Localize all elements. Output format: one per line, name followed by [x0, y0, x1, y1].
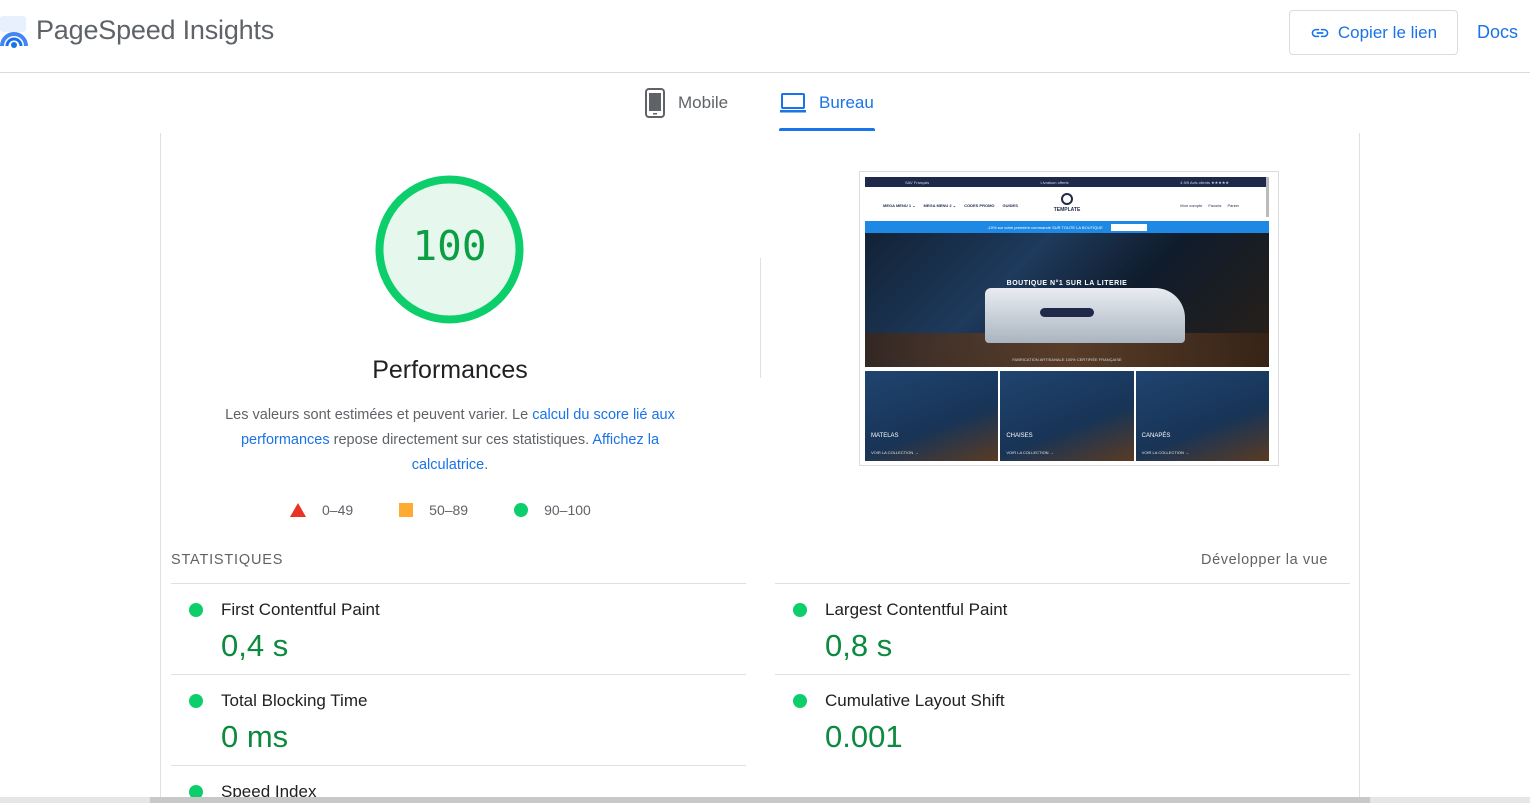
site-nav-item: CODES PROMO	[964, 203, 995, 208]
device-tabs: Mobile Bureau	[0, 73, 1530, 133]
site-hero-footer: FABRICATION ARTISANALE 100% CERTIFIÉE FR…	[1012, 357, 1122, 362]
description-text-3: .	[484, 457, 489, 473]
site-category-card: CANAPÉS VOIR LA COLLECTION →	[1135, 371, 1269, 461]
site-nav-item: Panier	[1227, 203, 1239, 208]
legend-range: 0–49	[322, 502, 354, 518]
site-topbar-text: Livraison offerte	[1040, 179, 1069, 185]
top-app-bar: PageSpeed Insights Copier le lien Docs	[0, 0, 1530, 73]
site-promo-bar: -10% sur votre première commande SUR TOU…	[865, 221, 1269, 233]
horizontal-scrollbar-thumb[interactable]	[150, 797, 1370, 803]
site-topbar: SAV Français Livraison offerte 4.9/5 Avi…	[865, 177, 1269, 187]
metric-name: Cumulative Layout Shift	[825, 691, 1005, 710]
pass-circle-icon	[189, 785, 203, 797]
performance-score-value: 100	[412, 222, 487, 270]
square-icon	[399, 503, 414, 517]
pass-circle-icon	[793, 603, 807, 617]
vertical-divider	[760, 258, 761, 378]
site-nav-item: GUIDES	[1002, 203, 1018, 208]
description-text-2: repose directement sur ces statistiques.	[329, 432, 593, 448]
legend-range: 90–100	[544, 502, 591, 518]
triangle-icon	[290, 503, 306, 517]
site-categories: MATELAS VOIR LA COLLECTION → CHAISES VOI…	[865, 371, 1269, 461]
copy-link-button[interactable]: Copier le lien	[1289, 10, 1458, 55]
site-category-sub: VOIR LA COLLECTION →	[871, 450, 919, 455]
metric-fcp: First Contentful Paint 0,4 s	[171, 584, 746, 675]
legend-item-pass: 90–100	[514, 502, 591, 518]
score-description: Les valeurs sont estimées et peuvent var…	[205, 403, 695, 478]
circle-icon	[514, 503, 529, 517]
docs-link[interactable]: Docs	[1477, 22, 1518, 43]
metric-name: Speed Index	[221, 782, 317, 797]
metric-cls: Cumulative Layout Shift 0.001	[775, 675, 1350, 766]
site-topbar-text: 4.9/5 Avis clients ★★★★★	[1180, 179, 1229, 185]
legend-item-fail: 0–49	[290, 502, 353, 518]
screenshot-frame: SAV Français Livraison offerte 4.9/5 Avi…	[865, 177, 1269, 461]
link-icon	[1311, 28, 1329, 37]
tab-mobile[interactable]: Mobile	[644, 87, 728, 119]
pass-circle-icon	[793, 694, 807, 708]
site-category-label: CANAPÉS	[1141, 433, 1171, 439]
metric-name: Largest Contentful Paint	[825, 600, 1008, 619]
description-text-1: Les valeurs sont estimées et peuvent var…	[225, 407, 533, 423]
metric-speed-index: Speed Index	[171, 766, 746, 797]
selected-tab-indicator	[779, 128, 875, 131]
smartphone-icon	[645, 88, 665, 118]
legend-range: 50–89	[429, 502, 469, 518]
screenshot-scrollbar	[1266, 177, 1269, 217]
tab-desktop[interactable]: Bureau	[779, 87, 874, 119]
stats-section-label: STATISTIQUES	[171, 552, 284, 568]
final-screenshot: SAV Français Livraison offerte 4.9/5 Avi…	[859, 171, 1279, 466]
site-category-sub: VOIR LA COLLECTION →	[1141, 450, 1190, 455]
pass-circle-icon	[189, 603, 203, 617]
expand-view-toggle[interactable]: Développer la vue	[1201, 552, 1328, 568]
site-nav-item: Favoris	[1208, 203, 1222, 208]
site-nav-item: MEGA MENU 1 ⌄	[883, 203, 916, 208]
site-hero-title: BOUTIQUE N°1 SUR LA LITERIE	[1006, 280, 1128, 287]
metric-name: Total Blocking Time	[221, 691, 368, 710]
site-hero-button	[1040, 308, 1094, 317]
site-nav-account: Mon compte Favoris Panier	[1180, 203, 1239, 208]
legend-item-average: 50–89	[399, 502, 468, 518]
site-logo-icon	[1061, 193, 1073, 205]
site-topbar-text: SAV Français	[905, 179, 930, 185]
site-nav: MEGA MENU 1 ⌄ MEGA MENU 2 ⌄ CODES PROMO …	[865, 187, 1269, 221]
metric-value: 0,8 s	[825, 628, 893, 663]
metric-value: 0.001	[825, 719, 903, 754]
score-legend: 0–49 50–89 90–100	[290, 502, 637, 518]
site-nav-menu: MEGA MENU 1 ⌄ MEGA MENU 2 ⌄ CODES PROMO …	[883, 203, 1018, 208]
metric-value: 0 ms	[221, 719, 289, 754]
site-promo-code	[1110, 223, 1147, 231]
performance-category-title: Performances	[372, 356, 528, 384]
site-category-card: MATELAS VOIR LA COLLECTION →	[865, 371, 999, 461]
site-nav-item: MEGA MENU 2 ⌄	[923, 203, 957, 208]
site-category-label: CHAISES	[1006, 433, 1033, 439]
pass-circle-icon	[189, 694, 203, 708]
pagespeed-logo-icon	[0, 16, 28, 48]
laptop-icon	[780, 93, 806, 113]
tab-mobile-label: Mobile	[678, 93, 729, 112]
copy-link-label: Copier le lien	[1337, 22, 1438, 42]
site-nav-item: Mon compte	[1180, 203, 1203, 208]
metric-name: First Contentful Paint	[221, 600, 380, 619]
metric-lcp: Largest Contentful Paint 0,8 s	[775, 584, 1350, 675]
tab-desktop-label: Bureau	[819, 93, 874, 112]
site-brand: TEMPLATE	[1045, 193, 1089, 213]
metric-tbt: Total Blocking Time 0 ms	[171, 675, 746, 766]
app-title: PageSpeed Insights	[36, 15, 275, 45]
site-hero-banner: BOUTIQUE N°1 SUR LA LITERIE FABRICATION …	[865, 233, 1269, 367]
site-category-label: MATELAS	[871, 433, 899, 439]
site-category-sub: VOIR LA COLLECTION →	[1006, 450, 1054, 455]
site-category-card: CHAISES VOIR LA COLLECTION →	[1000, 371, 1134, 461]
site-promo-text: -10% sur votre première commande SUR TOU…	[987, 224, 1103, 230]
metric-value: 0,4 s	[221, 628, 289, 663]
site-brand-name: TEMPLATE	[1053, 207, 1081, 213]
